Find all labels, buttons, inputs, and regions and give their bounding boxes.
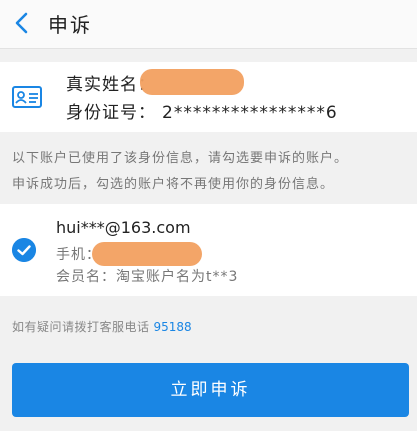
id-card-icon — [12, 86, 42, 108]
id-number-value: 2****************6 — [162, 103, 338, 123]
hotline-number-link[interactable]: 95188 — [154, 320, 192, 334]
submit-appeal-button[interactable]: 立即申诉 — [12, 363, 409, 417]
account-list-item[interactable]: hui***@163.com 手机： 会员名：淘宝账户名为t**3 — [0, 204, 417, 296]
checkmark-circle-icon[interactable] — [12, 238, 36, 262]
notice-text: 以下账户已使用了该身份信息，请勾选要申诉的账户。 申诉成功后，勾选的账户将不再使… — [12, 146, 412, 198]
identity-card: 真实姓名： 身份证号： 2****************6 — [0, 62, 417, 132]
page-title: 申诉 — [48, 13, 92, 37]
hotline-label: 如有疑问请拨打客服电话 — [12, 320, 150, 334]
redacted-name — [140, 69, 244, 95]
member-label: 会员名： — [56, 269, 116, 285]
notice-line-1: 以下账户已使用了该身份信息，请勾选要申诉的账户。 — [12, 151, 349, 166]
chevron-left-icon[interactable] — [10, 11, 34, 35]
account-email: hui***@163.com — [56, 218, 191, 237]
top-nav-bar: 申诉 — [0, 0, 417, 49]
redacted-phone — [92, 242, 202, 266]
id-number-label: 身份证号： — [66, 103, 156, 123]
member-value: 淘宝账户名为t**3 — [116, 269, 239, 285]
member-row: 会员名：淘宝账户名为t**3 — [56, 266, 238, 286]
hotline-text: 如有疑问请拨打客服电话 95188 — [12, 318, 192, 335]
id-number-row: 身份证号： 2****************6 — [66, 98, 338, 123]
notice-line-2: 申诉成功后，勾选的账户将不再使用你的身份信息。 — [12, 177, 335, 192]
